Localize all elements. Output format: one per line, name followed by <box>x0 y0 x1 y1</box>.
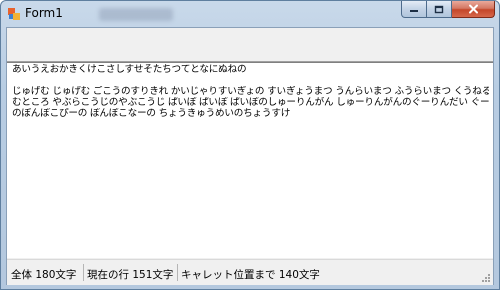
maximize-icon <box>434 5 444 13</box>
status-caret-position: キャレット位置まで 140文字 <box>181 269 320 281</box>
editor-line: あいうえおかきくけこさしすせそたちつてとなにぬねの <box>12 64 247 75</box>
window-title: Form1 <box>25 6 63 20</box>
resize-grip-icon[interactable] <box>481 273 491 283</box>
top-panel <box>7 28 493 62</box>
winforms-app-icon <box>8 8 20 20</box>
editor-line: むところ やぶらこうじのやぶこうじ ぱいぽ ぱいぽ ぱいぽのしゅーりんがん しゅ… <box>12 97 489 108</box>
client-area: あいうえおかきくけこさしすせそたちつてとなにぬねの じゅげむ じゅげむ ごこうの… <box>6 27 494 285</box>
caption-buttons <box>401 1 495 19</box>
close-button[interactable] <box>452 1 495 18</box>
blurred-title-region <box>99 8 173 21</box>
status-separator <box>83 264 84 281</box>
status-bar: 全体 180文字 現在の行 151文字 キャレット位置まで 140文字 <box>7 259 493 285</box>
text-editor[interactable]: あいうえおかきくけこさしすせそたちつてとなにぬねの じゅげむ じゅげむ ごこうの… <box>7 62 493 258</box>
close-icon <box>468 4 478 14</box>
status-separator <box>177 264 178 281</box>
maximize-button[interactable] <box>427 1 452 18</box>
title-bar[interactable]: Form1 <box>1 1 499 27</box>
editor-line: じゅげむ じゅげむ ごこうのすりきれ かいじゃりすいぎょの すいぎょうまつ うん… <box>12 86 489 97</box>
editor-line: のぽんぽこぴーの ぽんぽこなーの ちょうきゅうめいのちょうすけ <box>12 108 291 119</box>
app-window: Form1 あいうえおかきくけこさしすせそたちつてとなにぬねの じゅげむ じゅげ… <box>0 0 500 290</box>
status-total-chars: 全体 180文字 <box>11 269 77 281</box>
minimize-button[interactable] <box>401 1 427 18</box>
status-current-line: 現在の行 151文字 <box>87 269 174 281</box>
minimize-icon <box>410 10 418 12</box>
